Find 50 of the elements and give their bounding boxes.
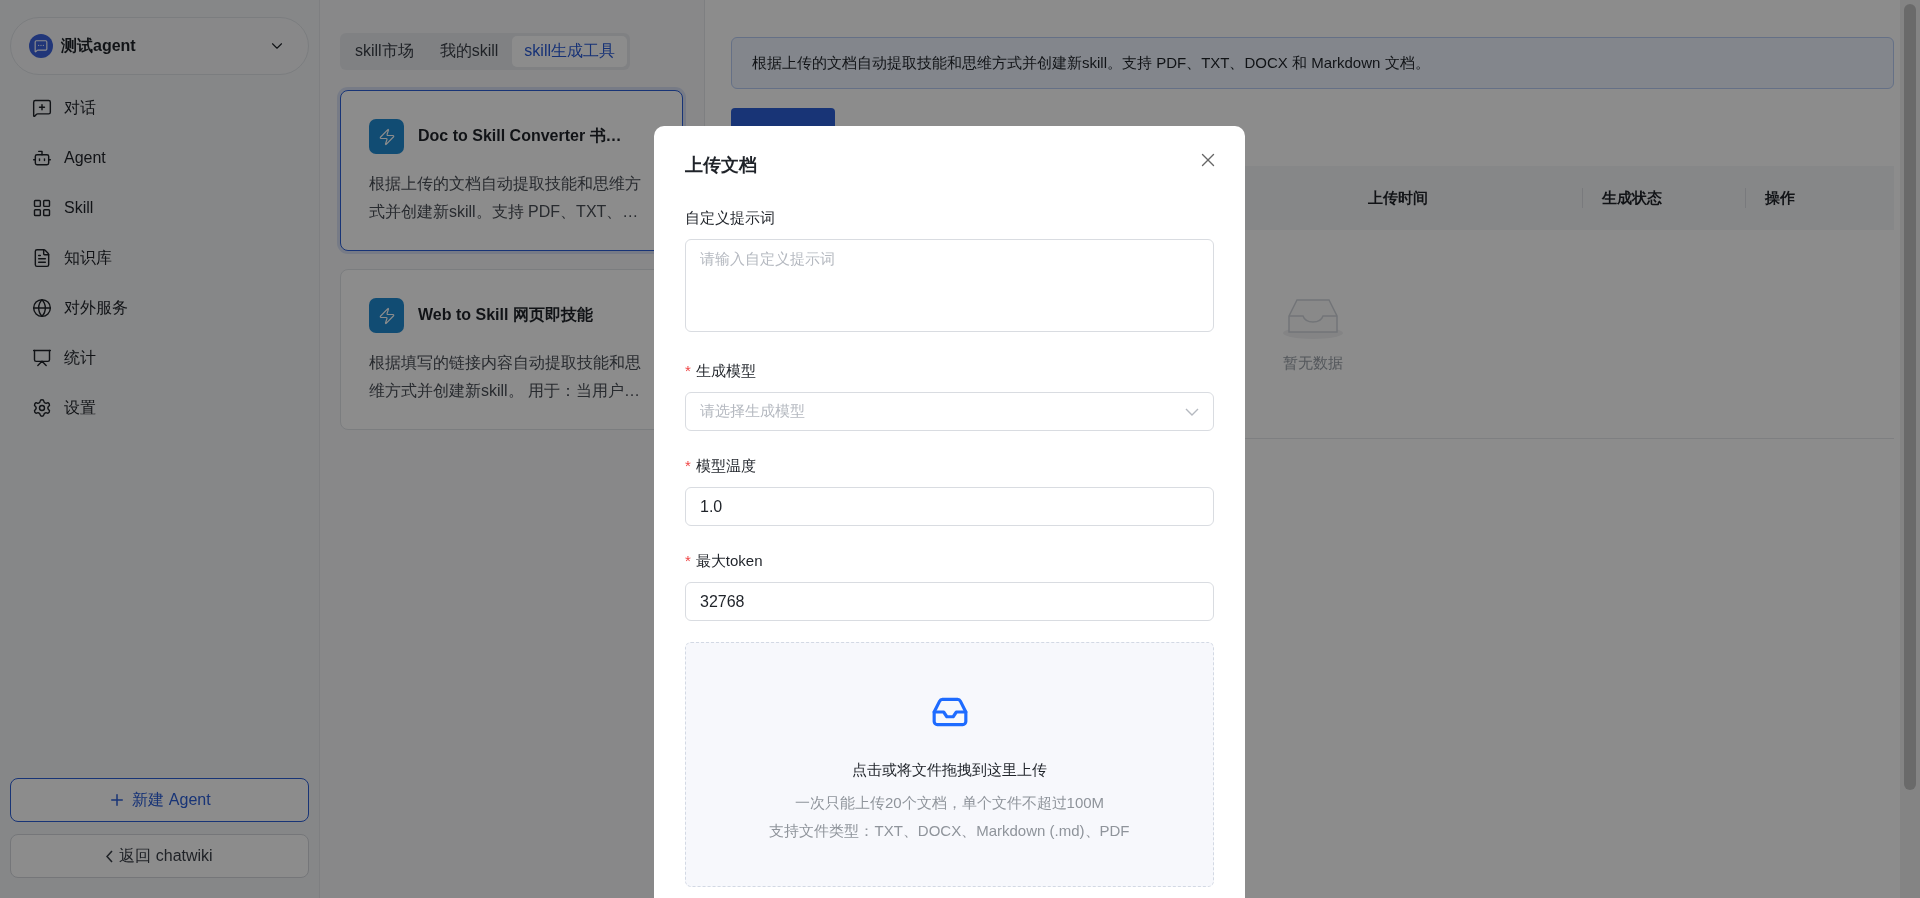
tab[interactable]: 我的skill bbox=[427, 36, 511, 67]
field-label: 生成模型 bbox=[695, 361, 756, 381]
grid-icon bbox=[32, 198, 52, 218]
card-title: Doc to Skill Converter 书… bbox=[418, 126, 622, 146]
agent-selector[interactable]: 测试agent bbox=[10, 17, 309, 75]
column-header: 上传时间 bbox=[1368, 188, 1428, 206]
scrollbar[interactable] bbox=[1900, 0, 1920, 898]
field-label: 最大token bbox=[695, 551, 763, 571]
new-agent-button[interactable]: 新建 Agent bbox=[10, 778, 309, 822]
required-mark: * bbox=[685, 361, 691, 381]
robot-icon bbox=[32, 148, 52, 168]
agent-name: 测试agent bbox=[61, 35, 137, 56]
input-field[interactable]: 1.0 bbox=[685, 487, 1214, 526]
sidebar-item[interactable]: Skill bbox=[10, 183, 309, 233]
info-banner: 根据上传的文档自动提取技能和思维方式并创建新skill。支持 PDF、TXT、DOCX 和 Markdown 文档。 bbox=[731, 37, 1894, 89]
chevron-left-icon bbox=[106, 849, 114, 863]
tab[interactable]: skill生成工具 bbox=[512, 36, 627, 67]
required-mark: * bbox=[685, 456, 691, 476]
card-description: 根据上传的文档自动提取技能和思维方式并创建新skill。支持 PDF、TXT、… bbox=[369, 174, 642, 222]
sidebar-item[interactable]: 对外服务 bbox=[10, 283, 309, 333]
chevron-down-icon bbox=[1185, 407, 1199, 416]
tool-card[interactable]: Doc to Skill Converter 书… 根据上传的文档自动提取技能和思维方式并创建新skill。支持 PDF、TXT、… bbox=[340, 90, 683, 251]
lightning-icon bbox=[369, 298, 404, 333]
globe-icon bbox=[32, 298, 52, 318]
tab[interactable]: skill市场 bbox=[343, 36, 426, 67]
upload-dropzone[interactable]: 点击或将文件拖拽到这里上传 一次只能上传20个文档，单个文件不超过100M 支持文件类型：TXT、DOCX、Markdown (.md)、PDF bbox=[685, 642, 1214, 887]
settings-icon bbox=[32, 398, 52, 418]
sidebar-item[interactable]: 统计 bbox=[10, 333, 309, 383]
upload-types: 支持文件类型：TXT、DOCX、Markdown (.md)、PDF bbox=[769, 821, 1130, 841]
sidebar-item[interactable]: 知识库 bbox=[10, 233, 309, 283]
chat-plus-icon bbox=[32, 98, 52, 118]
sidebar-item[interactable]: 对话 bbox=[10, 83, 309, 133]
field-label: 模型温度 bbox=[695, 456, 756, 476]
dialog-title: 上传文档 bbox=[685, 154, 757, 177]
field-label: 自定义提示词 bbox=[685, 208, 775, 228]
lightning-icon bbox=[369, 119, 404, 154]
card-description: 根据填写的链接内容自动提取技能和思维方式并创建新skill。 用于：当用户… bbox=[369, 353, 642, 401]
card-title: Web to Skill 网页即技能 bbox=[418, 305, 593, 325]
column-header: 生成状态 bbox=[1602, 188, 1662, 206]
sidebar-item[interactable]: Agent bbox=[10, 133, 309, 183]
document-icon bbox=[32, 248, 52, 268]
avatar-icon bbox=[29, 34, 53, 58]
upload-title: 点击或将文件拖拽到这里上传 bbox=[852, 760, 1047, 780]
prompt-field[interactable]: 请输入自定义提示词 bbox=[685, 239, 1214, 332]
column-header: 操作 bbox=[1765, 188, 1795, 206]
upload-hint: 一次只能上传20个文档，单个文件不超过100M bbox=[794, 793, 1105, 813]
input-field[interactable]: 32768 bbox=[685, 582, 1214, 621]
back-button[interactable]: 返回 chatwiki bbox=[10, 834, 309, 878]
sidebar-item[interactable]: 设置 bbox=[10, 383, 309, 433]
required-mark: * bbox=[685, 551, 691, 571]
